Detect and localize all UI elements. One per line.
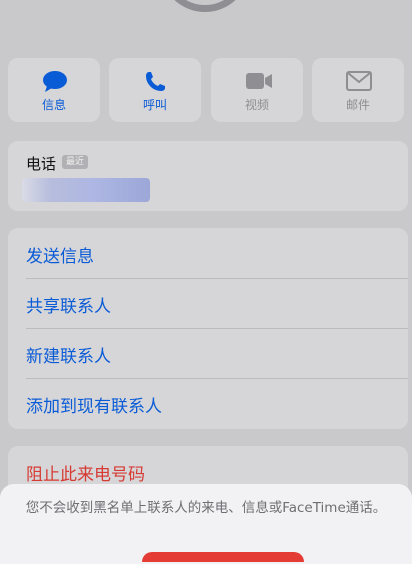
phone-card[interactable]: 电话 最近 [8,141,408,211]
avatar [160,0,250,12]
call-button[interactable]: 呼叫 [109,58,201,122]
phone-icon [146,72,165,91]
action-sheet: 您不会收到黑名单上联系人的来电、信息或FaceTime通话。 [0,484,412,564]
add-to-existing-label: 添加到现有联系人 [26,397,162,417]
message-button[interactable]: 信息 [8,58,100,122]
block-caller-label: 阻止此来电号码 [26,465,145,485]
mail-label: 邮件 [345,98,370,112]
mail-button[interactable]: 邮件 [312,58,404,122]
action-sheet-message: 您不会收到黑名单上联系人的来电、信息或FaceTime通话。 [25,500,387,516]
phone-title: 电话 [26,155,57,173]
video-button[interactable]: 视频 [211,58,303,122]
message-icon [43,71,67,92]
new-contact-item[interactable]: 新建联系人 [8,328,408,378]
recent-badge: 最近 [62,155,89,169]
video-label: 视频 [244,98,269,112]
share-contact-label: 共享联系人 [26,297,111,317]
contact-actions-list: 发送信息 共享联系人 新建联系人 添加到现有联系人 [8,228,408,429]
quick-actions: 信息 呼叫 视频 邮件 [8,58,404,122]
share-contact-item[interactable]: 共享联系人 [8,278,408,328]
send-message-label: 发送信息 [26,247,94,267]
call-label: 呼叫 [142,98,167,112]
block-contact-button[interactable] [142,552,304,562]
mail-icon [346,71,372,91]
video-icon [246,73,272,89]
new-contact-label: 新建联系人 [26,347,111,367]
phone-number-redacted[interactable] [22,178,150,202]
send-message-item[interactable]: 发送信息 [8,228,408,278]
add-to-existing-item[interactable]: 添加到现有联系人 [8,378,408,428]
message-label: 信息 [41,98,66,112]
